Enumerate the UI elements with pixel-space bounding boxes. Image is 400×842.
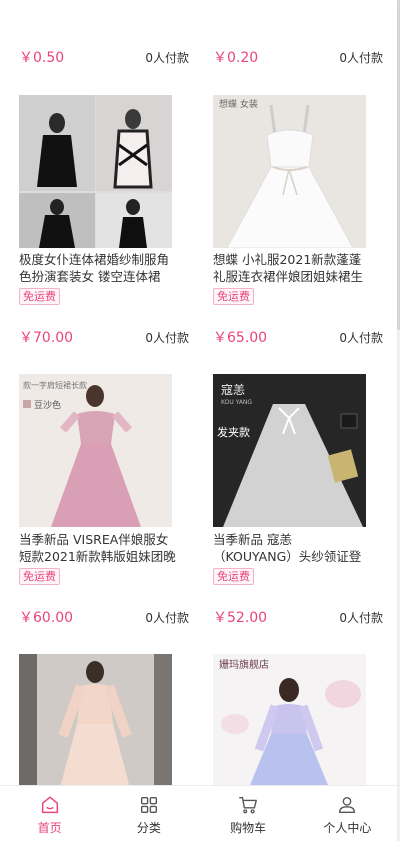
tab-label: 个人中心 xyxy=(323,821,372,835)
bottom-tab-bar: 首页 分类 购物车 个人中心 xyxy=(0,785,397,842)
free-shipping-badge: 免运费 xyxy=(19,288,60,305)
product-price-row: ￥52.00 0人付款 xyxy=(213,605,383,629)
product-price: ￥60.00 xyxy=(19,610,74,626)
sold-count: 0人付款 xyxy=(145,610,189,625)
brand-watermark: 想蝶 女装 xyxy=(219,98,258,110)
product-feed: ￥0.50 0人付款 ￥0.20 0人付款 想蝶 女装 极度女仆连体裙婚纱制服角… xyxy=(0,0,397,785)
user-icon xyxy=(339,796,356,814)
tab-profile[interactable]: 个人中心 xyxy=(298,786,397,842)
product-price-row: ￥60.00 0人付款 xyxy=(19,605,189,629)
brand-watermark: 寇恙 xyxy=(221,382,245,397)
product-title[interactable]: 当季新品 寇恙（KOUYANG）头纱领证登记新娘蝴蝶蓬蓬... xyxy=(213,531,371,565)
free-shipping-badge: 免运费 xyxy=(19,568,60,585)
product-title[interactable]: 极度女仆连体裙婚纱制服角色扮演套装女 镂空连体裙【黑... xyxy=(19,251,177,285)
sold-count: 0人付款 xyxy=(145,50,189,65)
product-price-row: ￥70.00 0人付款 xyxy=(19,325,189,349)
product-price-row: ￥65.00 0人付款 xyxy=(213,325,383,349)
tab-home[interactable]: 首页 xyxy=(0,786,99,842)
cart-icon xyxy=(239,796,258,814)
product-image[interactable]: 款一字肩短裙长款 豆沙色 xyxy=(19,374,172,527)
home-icon xyxy=(41,796,58,814)
product-price: ￥52.00 xyxy=(213,610,268,626)
product-image[interactable]: 想蝶 女装 xyxy=(213,95,366,248)
tab-label: 首页 xyxy=(37,821,62,835)
product-price: ￥70.00 xyxy=(19,330,74,346)
image-tag: 款一字肩短裙长款 xyxy=(23,380,87,390)
image-tag: 发夹款 xyxy=(217,425,250,439)
product-title[interactable]: 当季新品 VISREA伴娘服女短款2021新款韩版姐妹团晚礼... xyxy=(19,531,177,565)
brand-watermark-sub: KOU YANG xyxy=(221,399,252,406)
tab-cart[interactable]: 购物车 xyxy=(199,786,298,842)
tab-category[interactable]: 分类 xyxy=(99,786,198,842)
product-price-row: ￥0.20 0人付款 xyxy=(213,45,383,69)
tab-label: 分类 xyxy=(136,821,161,835)
sold-count: 0人付款 xyxy=(339,330,383,345)
sold-count: 0人付款 xyxy=(339,50,383,65)
sold-count: 0人付款 xyxy=(339,610,383,625)
product-title[interactable]: 想蝶 小礼服2021新款蓬蓬礼服连衣裙伴娘团姐妹裙生日会... xyxy=(213,251,371,285)
product-image[interactable]: 寇恙 KOU YANG 发夹款 xyxy=(213,374,366,527)
product-image[interactable] xyxy=(19,95,172,248)
product-image[interactable] xyxy=(19,654,172,785)
sold-count: 0人付款 xyxy=(145,330,189,345)
tab-label: 购物车 xyxy=(230,821,267,835)
product-price: ￥0.50 xyxy=(19,50,65,66)
grid-icon xyxy=(140,796,157,814)
shop-watermark: 姗玛旗舰店 xyxy=(219,658,269,671)
product-price-row: ￥0.50 0人付款 xyxy=(19,45,189,69)
product-image[interactable]: 姗玛旗舰店 xyxy=(213,654,366,785)
free-shipping-badge: 免运费 xyxy=(213,568,254,585)
product-price: ￥65.00 xyxy=(213,330,268,346)
product-price: ￥0.20 xyxy=(213,50,259,66)
free-shipping-badge: 免运费 xyxy=(213,288,254,305)
image-color-label: 豆沙色 xyxy=(34,399,61,411)
